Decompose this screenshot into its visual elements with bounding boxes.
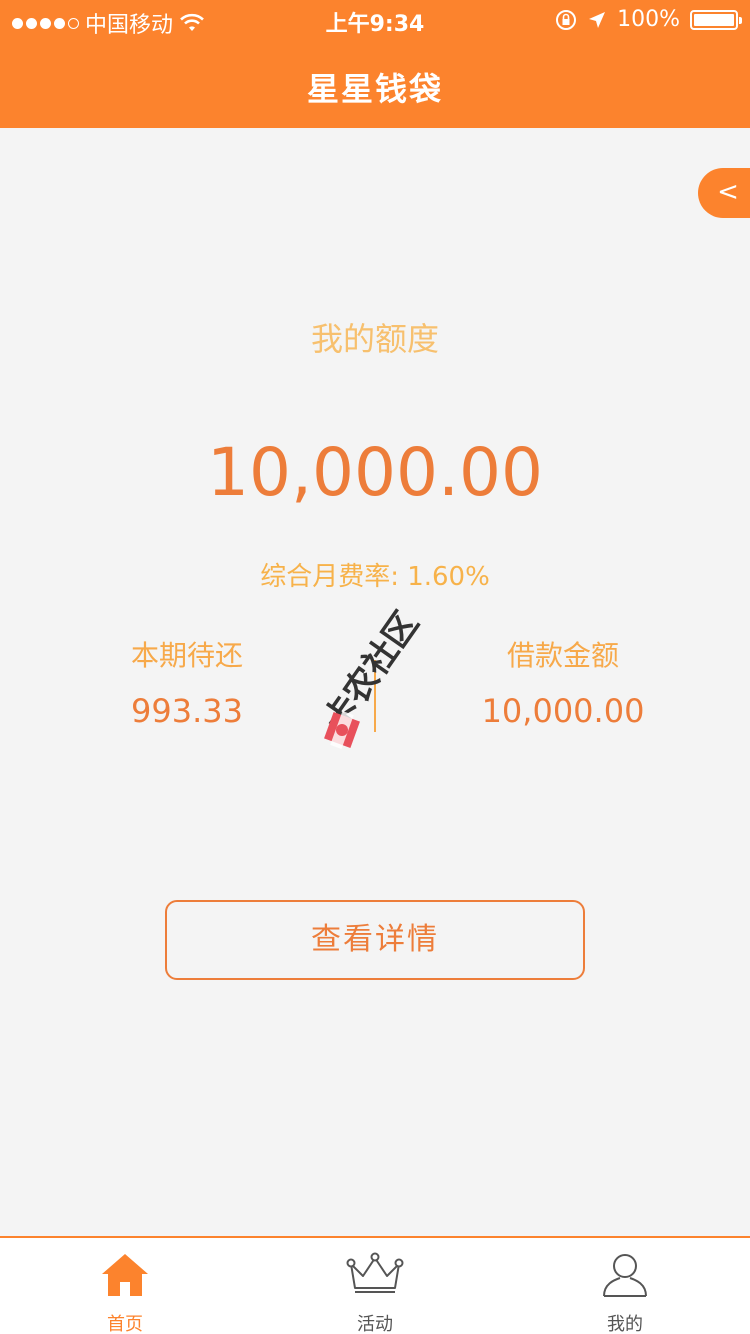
credit-label: 我的额度 (310, 320, 439, 358)
loan-amount-label: 借款金额 (506, 639, 619, 672)
user-icon (603, 1254, 647, 1297)
current-due-value: 993.33 (131, 692, 243, 730)
tab-activity[interactable]: 活动 (250, 1238, 500, 1334)
current-due-label: 本期待还 (130, 639, 243, 672)
tab-home[interactable]: 首页 (0, 1238, 250, 1334)
crown-icon (346, 1252, 404, 1293)
watermark-logo: 卡农社区 (320, 604, 427, 749)
tab-activity-label: 活动 (357, 1314, 393, 1334)
bottom-tab-bar: 首页 活动 我的 (0, 1236, 750, 1334)
side-drawer-toggle[interactable]: < (698, 168, 750, 218)
monthly-rate: 综合月费率: 1.60% (260, 562, 490, 592)
tab-home-label: 首页 (107, 1314, 143, 1334)
page-title: 星星钱袋 (306, 70, 443, 108)
tab-mine-label: 我的 (607, 1314, 643, 1334)
status-right: 100% (555, 7, 742, 32)
home-icon (102, 1254, 148, 1296)
orientation-lock-icon (556, 9, 577, 30)
battery-icon (690, 9, 742, 30)
view-details-button[interactable]: 查看详情 (165, 900, 585, 980)
battery-label: 100% (617, 7, 680, 32)
app-header: 中国移动 上午9:34 100% 星星钱袋 (0, 0, 750, 128)
loan-amount-value: 10,000.00 (481, 692, 645, 730)
location-icon (589, 11, 606, 28)
status-bar: 中国移动 上午9:34 100% (0, 0, 750, 40)
credit-amount: 10,000.00 (207, 434, 543, 511)
tab-mine[interactable]: 我的 (500, 1238, 750, 1334)
